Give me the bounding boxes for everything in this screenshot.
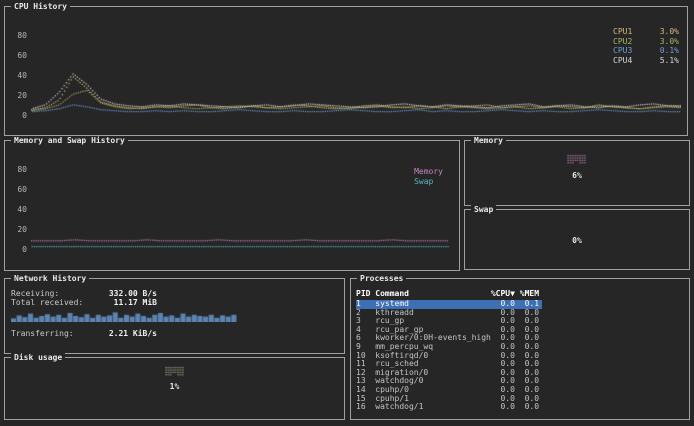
disk-donut-chart — [164, 366, 185, 377]
cpu-legend-item: CPU3 0.1% — [613, 46, 679, 56]
swap-gauge-panel: Swap 0% — [464, 209, 690, 270]
cpu-legend-label: CPU4 — [613, 56, 632, 66]
mem-ytick-60: 60 — [7, 185, 27, 194]
disk-usage-panel: Disk usage 1% — [4, 357, 345, 420]
memory-swap-history-title: Memory and Swap History — [11, 136, 128, 145]
network-history-panel: Network History Receiving: 332.00 B/s To… — [4, 278, 345, 354]
memory-gauge-panel: Memory 6% — [464, 140, 690, 206]
cpu-legend: CPU1 3.0% CPU2 3.0% CPU3 0.1% CPU4 5.1% — [613, 27, 679, 65]
network-total-received-row: Total received: 11.17 MiB — [11, 298, 157, 307]
memory-swap-legend: Memory Swap — [414, 167, 443, 186]
cpu-ytick-20: 20 — [7, 91, 27, 100]
processes-panel: Processes PID Command %CPU▼ %MEM 1 syste… — [350, 278, 690, 420]
cpu-ytick-60: 60 — [7, 51, 27, 60]
transferring-label: Transferring: — [11, 329, 95, 338]
system-monitor-screen: { "colors": { "background": "#262626", "… — [0, 0, 694, 426]
process-header: PID Command %CPU▼ %MEM — [356, 289, 539, 298]
process-row[interactable]: 16 watchdog/1 0.0 0.0 — [356, 403, 542, 412]
network-history-title: Network History — [11, 274, 89, 283]
cpu-history-panel: CPU History 80 60 40 20 0 CPU1 3.0% CPU2… — [4, 6, 688, 136]
cpu-legend-label: CPU2 — [613, 37, 632, 47]
total-received-label: Total received: — [11, 298, 95, 307]
transferring-value: 2.21 KiB/s — [95, 329, 157, 338]
mem-ytick-20: 20 — [7, 225, 27, 234]
cpu-legend-item: CPU2 3.0% — [613, 37, 679, 47]
cpu-legend-label: CPU1 — [613, 27, 632, 37]
total-received-value: 11.17 MiB — [95, 298, 157, 307]
disk-usage-title: Disk usage — [11, 353, 65, 362]
network-transferring-row: Transferring: 2.21 KiB/s — [11, 329, 157, 338]
cpu-legend-value: 3.0% — [660, 27, 679, 37]
memory-swap-history-panel: Memory and Swap History 80 60 40 20 0 Me… — [4, 140, 460, 271]
cpu-legend-value: 5.1% — [660, 56, 679, 66]
disk-percent: 1% — [5, 382, 344, 391]
mem-ytick-80: 80 — [7, 165, 27, 174]
memory-swap-chart — [31, 149, 449, 249]
memory-donut-chart — [567, 154, 588, 165]
cpu-ytick-0: 0 — [7, 111, 27, 120]
network-receiving-sparkline — [11, 309, 237, 322]
processes-title: Processes — [357, 274, 406, 283]
mem-ytick-0: 0 — [7, 245, 27, 254]
cpu-legend-value: 0.1% — [660, 46, 679, 56]
receiving-label: Receiving: — [11, 289, 95, 298]
process-rows: 1 systemd 0.0 0.12 kthreadd 0.0 0.03 rcu… — [356, 300, 685, 412]
network-receiving-row: Receiving: 332.00 B/s — [11, 289, 157, 298]
memory-legend-label: Memory — [414, 167, 443, 177]
cpu-legend-value: 3.0% — [660, 37, 679, 47]
receiving-value: 332.00 B/s — [95, 289, 157, 298]
cpu-legend-item: CPU4 5.1% — [613, 56, 679, 66]
cpu-legend-label: CPU3 — [613, 46, 632, 56]
swap-legend-label: Swap — [414, 177, 443, 187]
swap-percent: 0% — [465, 236, 689, 245]
mem-ytick-40: 40 — [7, 205, 27, 214]
cpu-ytick-40: 40 — [7, 71, 27, 80]
cpu-ytick-80: 80 — [7, 31, 27, 40]
cpu-history-chart — [31, 15, 681, 115]
swap-gauge-title: Swap — [471, 205, 496, 214]
memory-percent: 6% — [465, 171, 689, 180]
memory-gauge-title: Memory — [471, 136, 506, 145]
cpu-history-title: CPU History — [11, 2, 70, 11]
cpu-legend-item: CPU1 3.0% — [613, 27, 679, 37]
